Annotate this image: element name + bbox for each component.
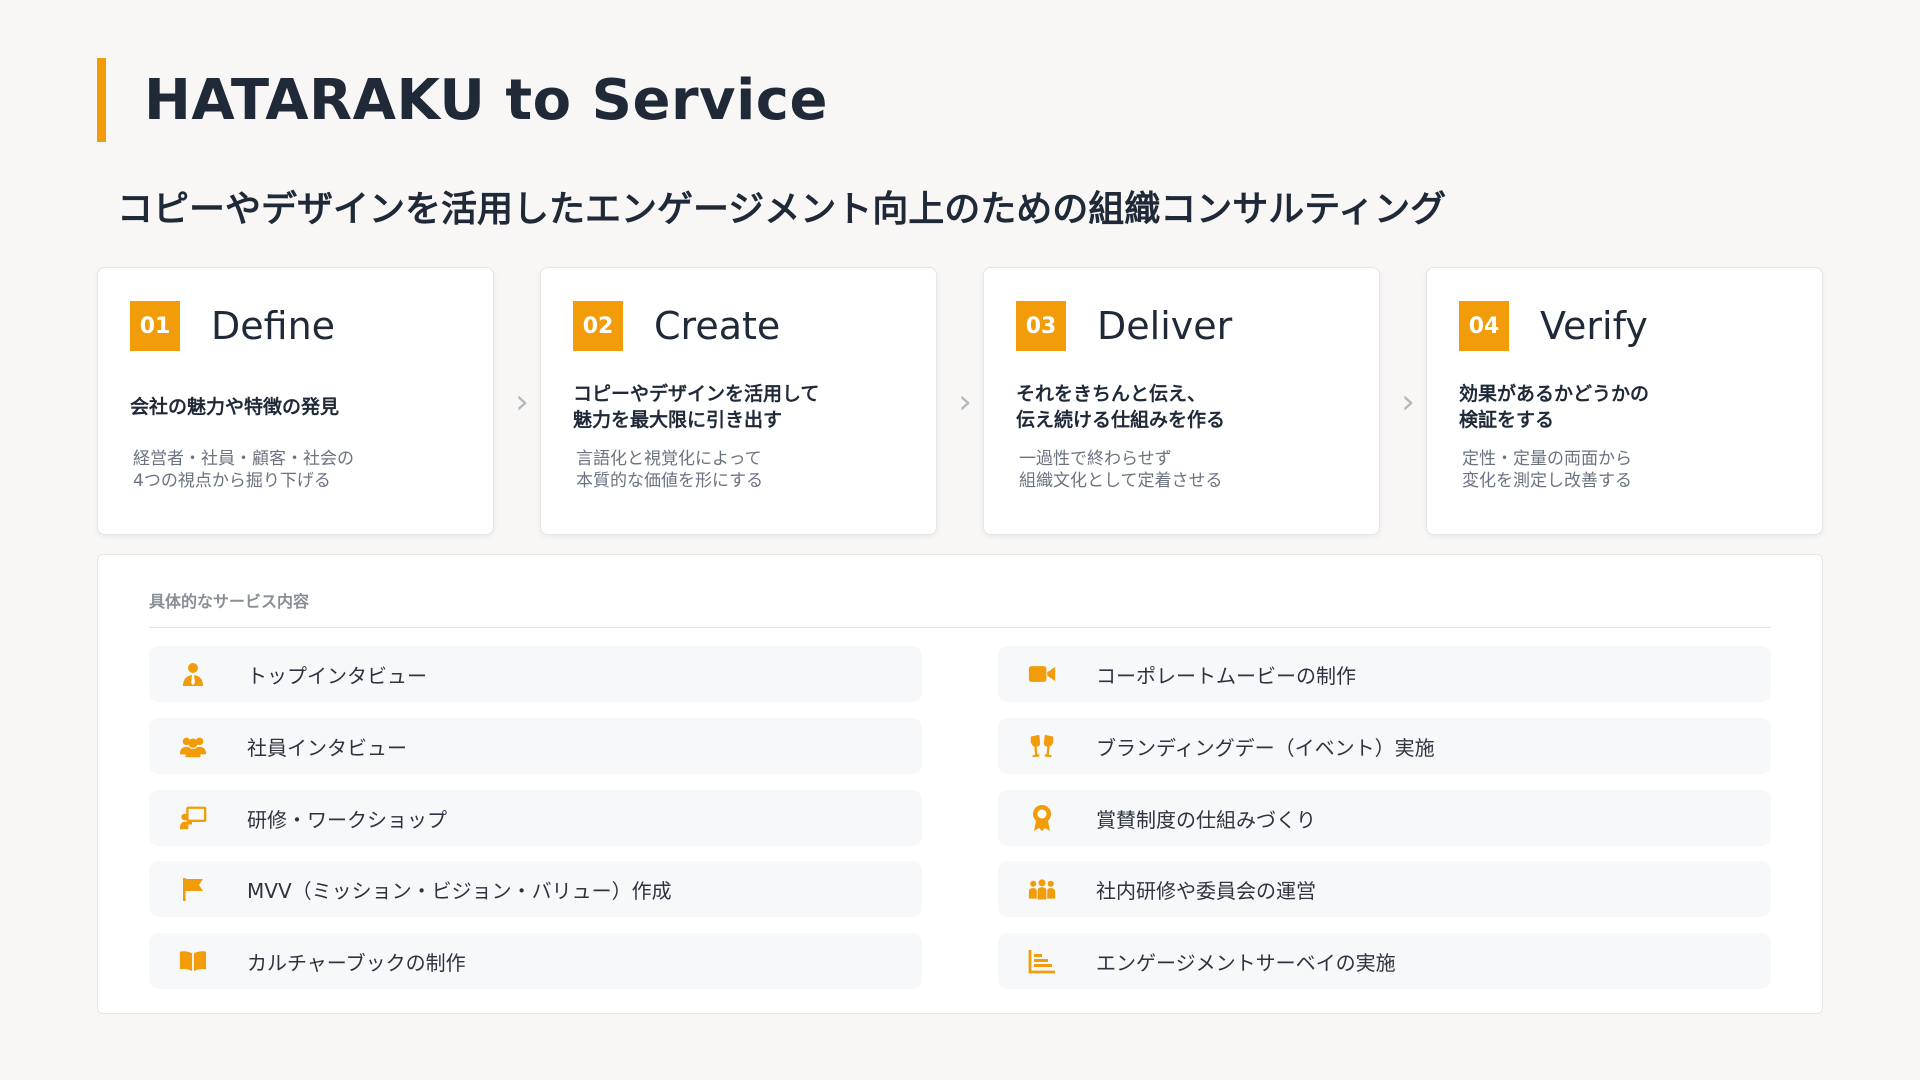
video-camera-icon: [1028, 660, 1056, 688]
step-description: 言語化と視覚化によって 本質的な価値を形にする: [576, 449, 764, 492]
service-item-label: カルチャーブックの制作: [247, 950, 466, 975]
service-item-corporate-movie: コーポレートムービーの制作: [998, 646, 1771, 702]
presentation-icon: [179, 804, 207, 832]
step-number-badge: 03: [1016, 301, 1066, 351]
person-tie-icon: [179, 660, 207, 688]
step-card-verify: 04 Verify 効果があるかどうかの 検証をする 定性・定量の両面から 変化…: [1426, 267, 1823, 535]
step-card-define: 01 Define 会社の魅力や特徴の発見 経営者・社員・顧客・社会の 4つの視…: [97, 267, 494, 535]
chevron-right-icon: ›: [958, 382, 972, 422]
service-item-label: MVV（ミッション・ビジョン・バリュー）作成: [247, 878, 672, 903]
step-title: Create: [654, 304, 781, 348]
service-item-label: トップインタビュー: [247, 663, 427, 688]
service-item-branding-day: ブランディングデー（イベント）実施: [998, 718, 1771, 774]
service-item-committee: 社内研修や委員会の運営: [998, 861, 1771, 917]
service-item-label: 社内研修や委員会の運営: [1096, 878, 1316, 903]
steps-row: 01 Define 会社の魅力や特徴の発見 経営者・社員・顧客・社会の 4つの視…: [97, 267, 1823, 535]
service-item-culture-book: カルチャーブックの制作: [149, 933, 922, 989]
award-icon: [1028, 804, 1056, 832]
step-number-badge: 02: [573, 301, 623, 351]
chevron-right-icon: ›: [1401, 382, 1415, 422]
service-item-label: ブランディングデー（イベント）実施: [1096, 735, 1435, 760]
step-card-deliver: 03 Deliver それをきちんと伝え、 伝え続ける仕組みを作る 一過性で終わ…: [983, 267, 1380, 535]
service-item-label: 賞賛制度の仕組みづくり: [1096, 807, 1316, 832]
flag-icon: [179, 875, 207, 903]
service-item-engagement-survey: エンゲージメントサーベイの実施: [998, 933, 1771, 989]
step-title: Define: [211, 304, 336, 348]
service-item-label: エンゲージメントサーベイの実施: [1096, 950, 1396, 975]
page-subtitle: コピーやデザインを活用したエンゲージメント向上のための組織コンサルティング: [117, 189, 1447, 230]
service-item-employee-interview: 社員インタビュー: [149, 718, 922, 774]
service-item-label: 社員インタビュー: [247, 735, 407, 760]
page-title: HATARAKU to Service: [144, 67, 828, 133]
services-section-label: 具体的なサービス内容: [149, 592, 310, 611]
step-description: 定性・定量の両面から 変化を測定し改善する: [1462, 449, 1632, 492]
service-item-label: コーポレートムービーの制作: [1096, 663, 1356, 688]
title-accent-bar: [97, 58, 106, 142]
step-card-create: 02 Create コピーやデザインを活用して 魅力を最大限に引き出す 言語化と…: [540, 267, 937, 535]
step-heading: それをきちんと伝え、 伝え続ける仕組みを作る: [1016, 383, 1226, 431]
users-icon: [179, 732, 207, 760]
chevron-right-icon: ›: [515, 382, 529, 422]
service-item-workshop: 研修・ワークショップ: [149, 790, 922, 846]
step-heading: コピーやデザインを活用して 魅力を最大限に引き出す: [573, 383, 820, 431]
book-open-icon: [179, 947, 207, 975]
slide: HATARAKU to Service コピーやデザインを活用したエンゲージメン…: [0, 0, 1920, 1080]
service-item-top-interview: トップインタビュー: [149, 646, 922, 702]
service-item-praise-system: 賞賛制度の仕組みづくり: [998, 790, 1771, 846]
step-title: Verify: [1540, 304, 1648, 348]
glasses-cheers-icon: [1028, 732, 1056, 760]
step-description: 経営者・社員・顧客・社会の 4つの視点から掘り下げる: [133, 449, 354, 492]
step-heading: 効果があるかどうかの 検証をする: [1459, 383, 1650, 431]
step-number-badge: 01: [130, 301, 180, 351]
step-heading: 会社の魅力や特徴の発見: [130, 396, 340, 419]
service-item-label: 研修・ワークショップ: [247, 807, 447, 832]
chart-bar-icon: [1028, 947, 1056, 975]
people-group-icon: [1028, 875, 1056, 903]
step-description: 一過性で終わらせず 組織文化として定着させる: [1019, 449, 1223, 492]
divider: [149, 627, 1771, 628]
step-number-badge: 04: [1459, 301, 1509, 351]
step-title: Deliver: [1097, 304, 1233, 348]
services-panel: 具体的なサービス内容 トップインタビュー 社員インタビュー 研修・ワークショップ: [97, 554, 1823, 1014]
service-item-mvv: MVV（ミッション・ビジョン・バリュー）作成: [149, 861, 922, 917]
